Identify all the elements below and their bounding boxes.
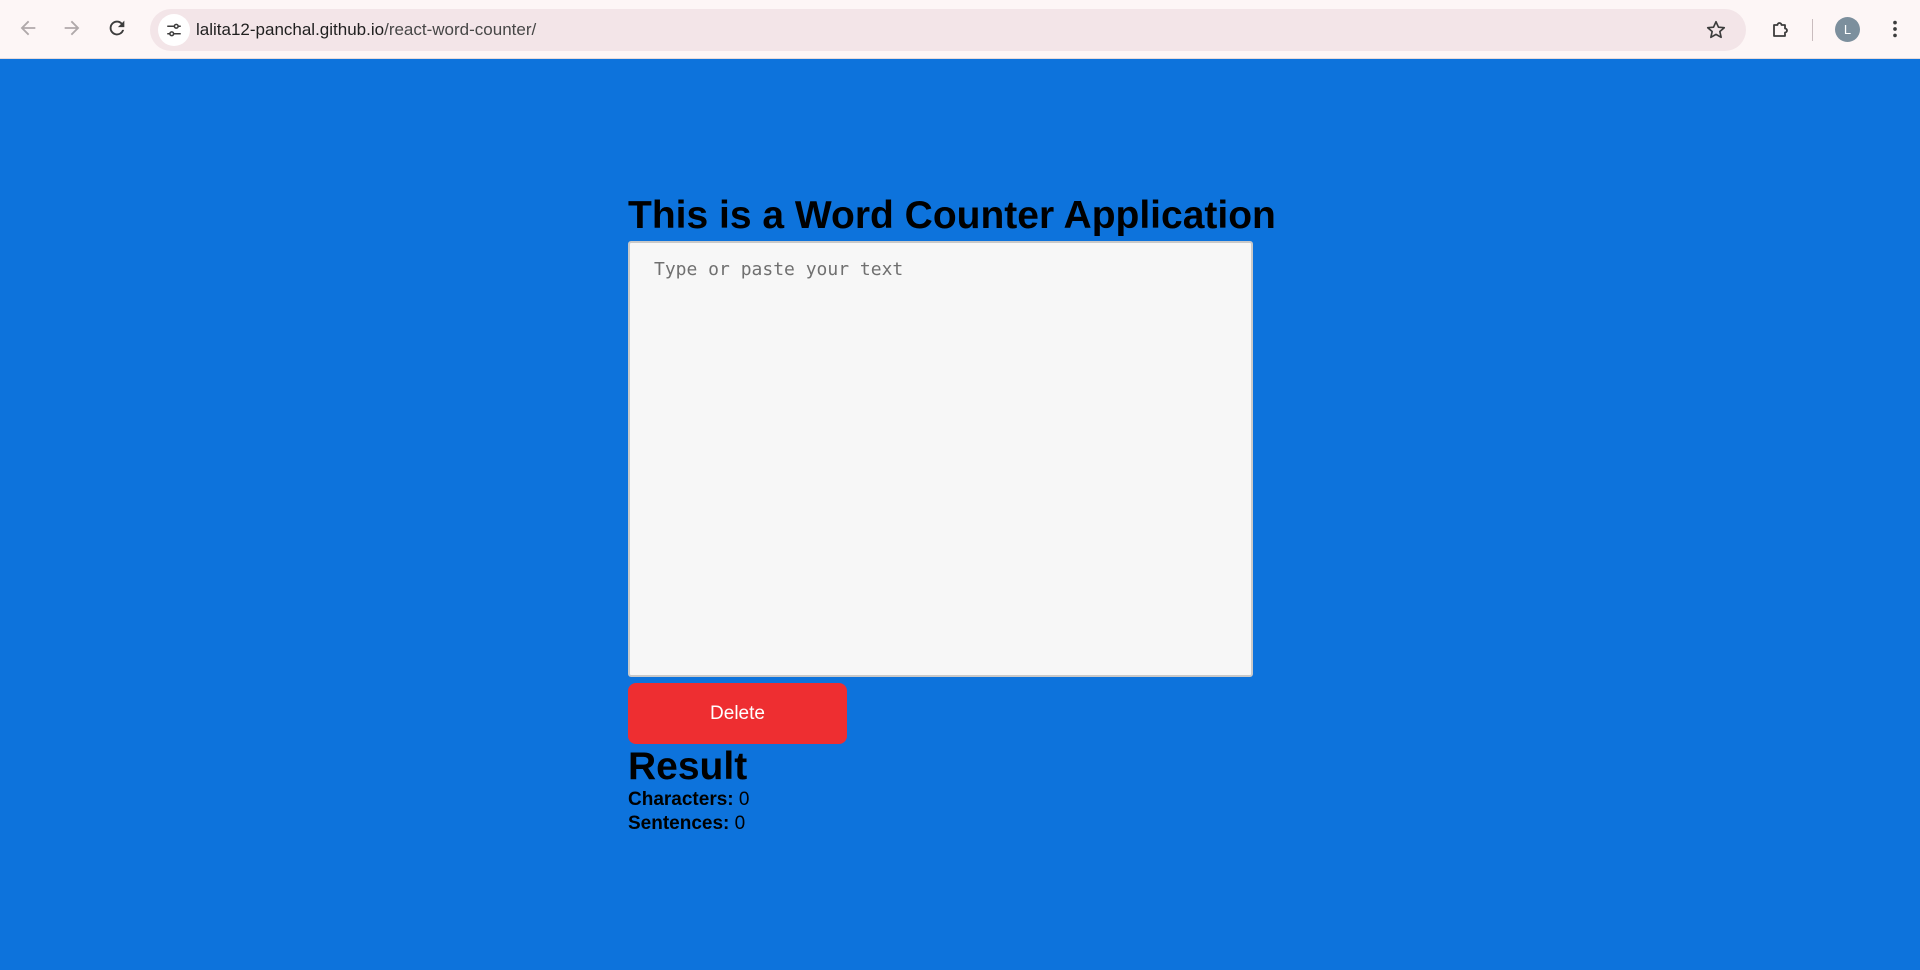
- url-text: lalita12-panchal.github.io/react-word-co…: [196, 20, 536, 40]
- tune-icon: [167, 23, 181, 37]
- url-path: /react-word-counter/: [384, 20, 537, 39]
- arrow-right-icon: [64, 20, 80, 36]
- bookmark-button[interactable]: [1704, 18, 1728, 42]
- browser-menu-button[interactable]: [1880, 14, 1910, 44]
- profile-avatar[interactable]: L: [1835, 17, 1860, 42]
- address-bar[interactable]: lalita12-panchal.github.io/react-word-co…: [150, 9, 1746, 51]
- kebab-menu-icon: [1893, 20, 1897, 38]
- reload-icon: [109, 20, 125, 36]
- delete-button[interactable]: Delete: [628, 683, 847, 744]
- browser-toolbar: lalita12-panchal.github.io/react-word-co…: [0, 0, 1920, 59]
- sentences-value: 0: [734, 813, 746, 834]
- characters-value: 0: [738, 789, 750, 810]
- extensions-button[interactable]: [1766, 14, 1796, 44]
- back-button[interactable]: [13, 13, 43, 43]
- url-domain: lalita12-panchal.github.io: [196, 20, 385, 39]
- characters-label: Characters:: [628, 789, 734, 810]
- text-input[interactable]: [628, 241, 1253, 677]
- puzzle-icon: [1773, 22, 1788, 37]
- sentences-stat: Sentences: 0: [628, 813, 745, 835]
- forward-button[interactable]: [57, 13, 87, 43]
- sentences-label: Sentences:: [628, 813, 730, 834]
- characters-stat: Characters: 0: [628, 789, 749, 811]
- site-info-button[interactable]: [158, 14, 190, 46]
- arrow-left-icon: [20, 20, 36, 36]
- toolbar-divider: [1812, 19, 1813, 41]
- page-content: This is a Word Counter Application Delet…: [0, 59, 1920, 970]
- star-icon: [1706, 20, 1726, 39]
- page-title: This is a Word Counter Application: [628, 194, 1276, 237]
- result-heading: Result: [628, 745, 748, 788]
- reload-button[interactable]: [102, 13, 132, 43]
